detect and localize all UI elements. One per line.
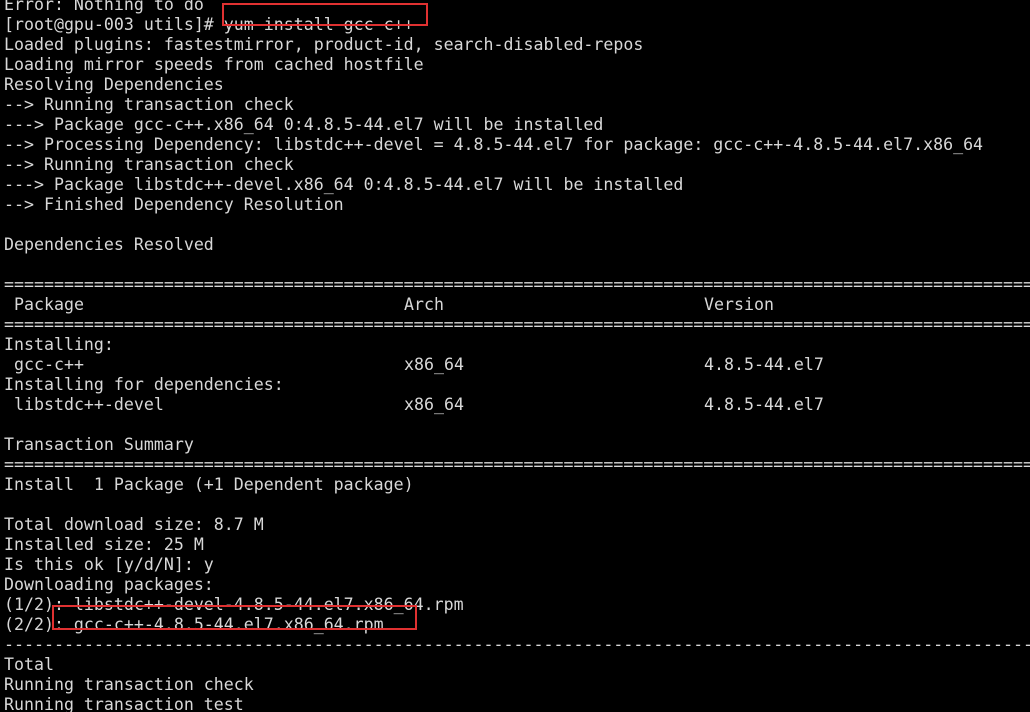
table-divider: ========================================… — [0, 275, 1030, 295]
terminal-line: (1/2): libstdc++-devel-4.8.5-44.el7.x86_… — [4, 595, 464, 614]
download-line: (2/2): gcc-c++-4.8.5-44.el7.x86_64.rpm — [0, 615, 1030, 635]
terminal-line: Transaction Summary — [4, 435, 194, 454]
terminal-line: Downloading packages: — [4, 575, 214, 594]
double-rule: ========================================… — [4, 455, 1030, 474]
terminal-line: Total download size: 8.7 M — [4, 515, 264, 534]
header-arch: Arch — [404, 295, 444, 314]
shell-prompt: [root@gpu-003 utils]# — [4, 15, 224, 34]
terminal-line: Is this ok [y/d/N]: y — [4, 555, 214, 574]
terminal-line: --> Running transaction check — [4, 155, 294, 174]
terminal-line: --> Finished Dependency Resolution — [4, 195, 344, 214]
double-rule: ========================================… — [4, 275, 1030, 294]
row-package: libstdc++-devel — [14, 395, 164, 414]
terminal-window[interactable]: Error: Nothing to do [root@gpu-003 utils… — [0, 0, 1030, 712]
table-header-row: Package Arch Version — [0, 295, 1030, 315]
header-version: Version — [704, 295, 774, 314]
section-label-dependencies: Installing for dependencies: — [4, 375, 284, 394]
row-package: gcc-c++ — [14, 355, 84, 374]
command-line: [root@gpu-003 utils]# yum install gcc-c+… — [0, 15, 1030, 35]
table-divider: ========================================… — [0, 455, 1030, 475]
terminal-line: ---> Package libstdc++-devel.x86_64 0:4.… — [4, 175, 684, 194]
section-label-installing: Installing: — [4, 335, 114, 354]
terminal-line: Loaded plugins: fastestmirror, product-i… — [4, 35, 644, 54]
header-package: Package — [14, 295, 84, 314]
terminal-line: Error: Nothing to do — [4, 0, 204, 14]
typed-command: yum install gcc-c++ — [223, 15, 414, 34]
terminal-line: Running transaction test — [4, 695, 244, 712]
row-arch: x86_64 — [404, 395, 464, 414]
download-filename: : gcc-c++-4.8.5-44.el7.x86_64.rpm — [53, 615, 384, 634]
row-version: 4.8.5-44.el7 — [704, 395, 824, 414]
table-row: libstdc++-devel x86_64 4.8.5-44.el7 — [0, 395, 1030, 415]
table-divider: ========================================… — [0, 315, 1030, 335]
terminal-line: --> Running transaction check — [4, 95, 294, 114]
divider-line: ----------------------------------------… — [0, 635, 1030, 655]
terminal-line: Dependencies Resolved — [4, 235, 214, 254]
row-arch: x86_64 — [404, 355, 464, 374]
terminal-line: Install 1 Package (+1 Dependent package) — [4, 475, 414, 494]
download-counter: (2/2) — [4, 615, 54, 634]
single-rule: ----------------------------------------… — [4, 635, 1030, 654]
terminal-line: --> Processing Dependency: libstdc++-dev… — [4, 135, 984, 154]
terminal-line: Resolving Dependencies — [4, 75, 224, 94]
double-rule: ========================================… — [4, 315, 1030, 334]
table-row: gcc-c++ x86_64 4.8.5-44.el7 — [0, 355, 1030, 375]
row-version: 4.8.5-44.el7 — [704, 355, 824, 374]
terminal-line: Installed size: 25 M — [4, 535, 204, 554]
terminal-line: Running transaction check — [4, 675, 254, 694]
terminal-line: Total — [4, 655, 54, 674]
terminal-line: Loading mirror speeds from cached hostfi… — [4, 55, 424, 74]
terminal-line: ---> Package gcc-c++.x86_64 0:4.8.5-44.e… — [4, 115, 604, 134]
